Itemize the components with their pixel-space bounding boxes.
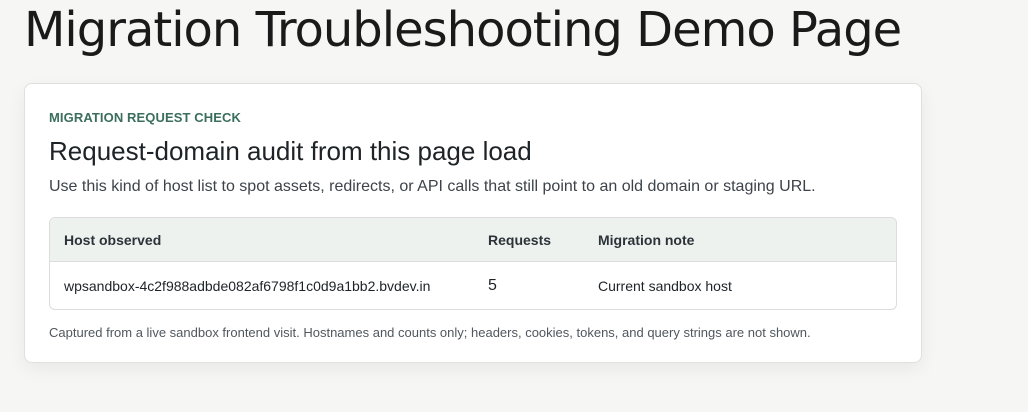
card-footnote: Captured from a live sandbox frontend vi… [49, 325, 811, 340]
requests-cell: 5 [488, 276, 497, 294]
header-row: Host observed Requests Migration note [50, 218, 896, 262]
column-header-host: Host observed [50, 218, 474, 262]
column-header-requests: Requests [474, 218, 584, 262]
host-cell: wpsandbox-4c2f988adbde082af6798f1c0d9a1b… [64, 277, 431, 294]
table-row: wpsandbox-4c2f988adbde082af6798f1c0d9a1b… [50, 262, 896, 310]
request-audit-card: MIGRATION REQUEST CHECK Request-domain a… [24, 83, 922, 363]
card-heading: Request-domain audit from this page load [49, 136, 532, 166]
host-table-container: Host observed Requests Migration note wp… [49, 217, 897, 310]
column-header-note: Migration note [584, 218, 896, 262]
host-table-header: Host observed Requests Migration note [50, 218, 896, 262]
card-eyebrow: MIGRATION REQUEST CHECK [49, 110, 242, 125]
note-cell: Current sandbox host [598, 277, 732, 294]
host-table-body: wpsandbox-4c2f988adbde082af6798f1c0d9a1b… [50, 262, 896, 310]
page-title: Migration Troubleshooting Demo Page [24, 2, 902, 58]
card-description: Use this kind of host list to spot asset… [49, 178, 816, 195]
host-table: Host observed Requests Migration note wp… [50, 218, 896, 309]
